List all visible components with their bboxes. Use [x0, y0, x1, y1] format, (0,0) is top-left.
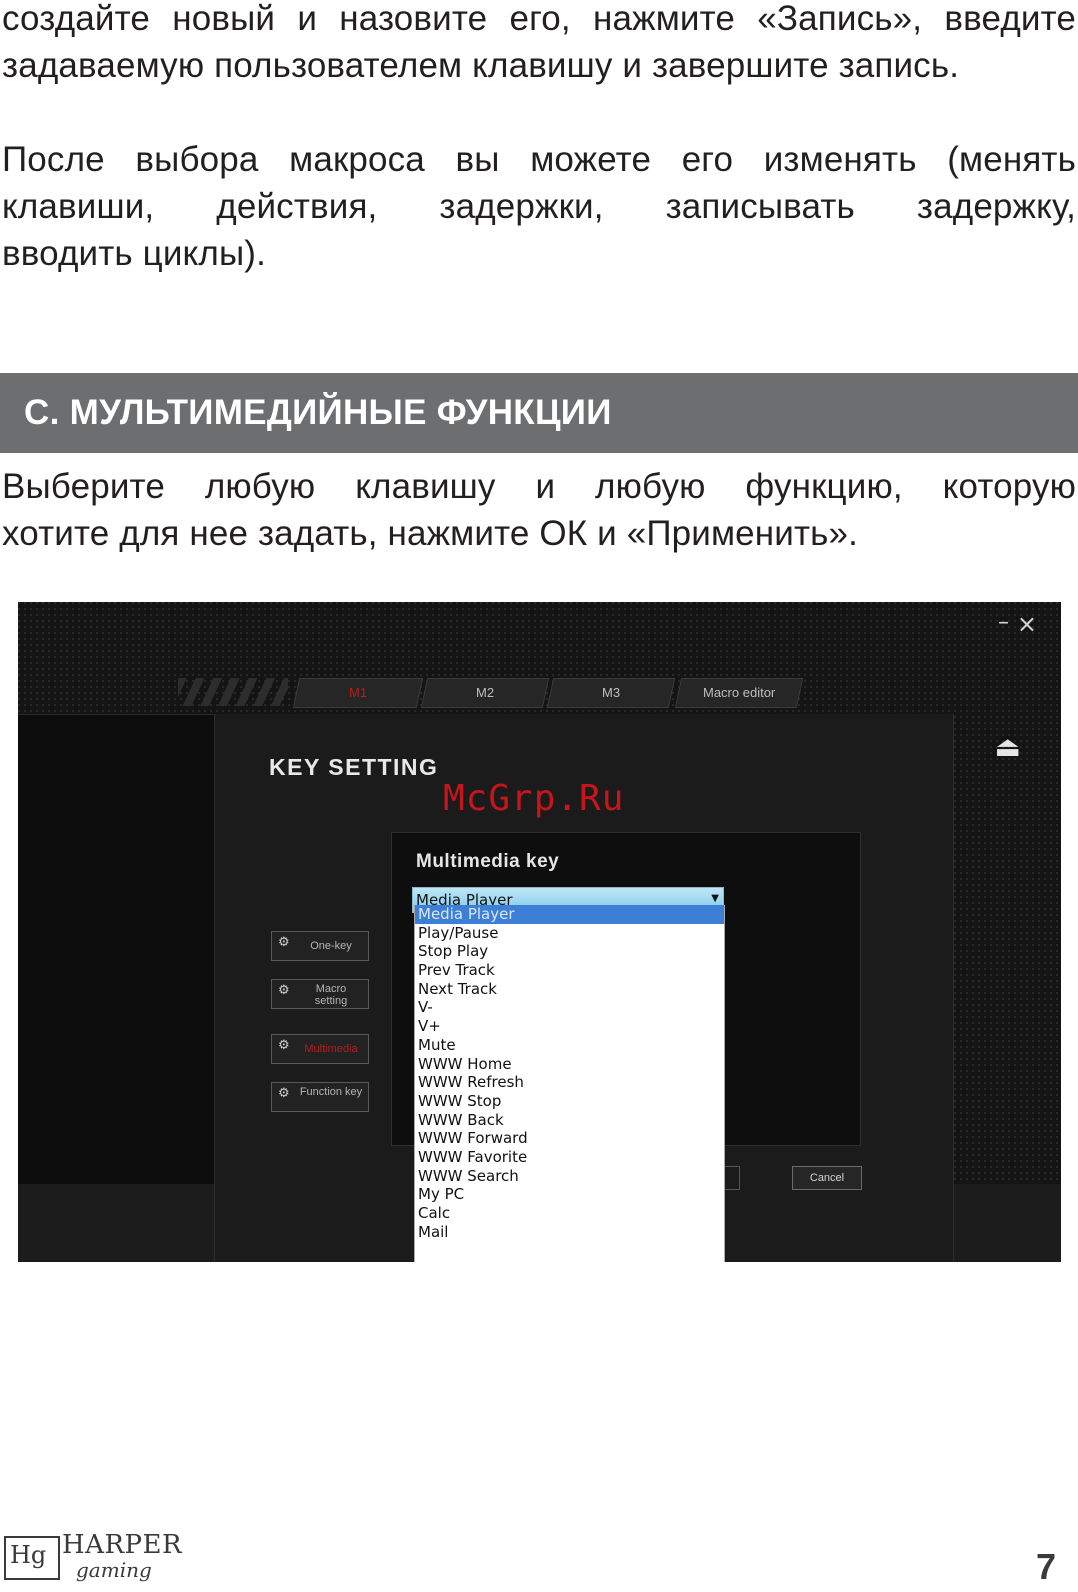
dropdown-option[interactable]: WWW Favorite — [415, 1148, 724, 1167]
dialog-title: KEY SETTING — [269, 754, 439, 780]
dropdown-option[interactable]: Calc — [415, 1204, 724, 1223]
page-number: 7 — [1035, 1546, 1056, 1587]
panel-title: Multimedia key — [416, 851, 560, 872]
tab-m1[interactable]: M1 — [292, 678, 424, 708]
section-header: С. МУЛЬТИМЕДИЙНЫЕ ФУНКЦИИ — [0, 373, 1078, 453]
dropdown-list: Media Player Play/Pause Stop Play Prev T… — [414, 905, 725, 1262]
logo-text: HARPER — [62, 1530, 183, 1560]
function-key-button[interactable]: ⚙ Function key — [271, 1082, 369, 1112]
dropdown-option[interactable]: WWW Stop — [415, 1092, 724, 1111]
dropdown-option[interactable]: Media Player — [415, 905, 724, 924]
paragraph-multimedia: Выберите любую клавишу и любую функцию, … — [2, 463, 1076, 557]
dropdown-option[interactable]: V+ — [415, 1017, 724, 1036]
dropdown-option[interactable]: WWW Back — [415, 1111, 724, 1130]
tab-m3[interactable]: M3 — [546, 678, 676, 708]
dropdown-option[interactable]: Mail — [415, 1223, 724, 1242]
gear-icon: ⚙ — [278, 1086, 290, 1101]
multimedia-button[interactable]: ⚙ Multimedia — [271, 1034, 369, 1064]
text-line: хотите для нее задать, нажмите ОК и «При… — [2, 514, 859, 553]
text-line: задаваемую пользователем клавишу и завер… — [2, 46, 960, 85]
paragraph-macro-edit: После выбора макроса вы можете его измен… — [2, 136, 1076, 277]
dropdown-option[interactable]: WWW Home — [415, 1055, 724, 1074]
close-button[interactable]: × — [1017, 610, 1037, 638]
macro-setting-button[interactable]: ⚙ Macro setting — [271, 979, 369, 1009]
tab-macro-editor[interactable]: Macro editor — [674, 678, 804, 708]
minimize-button[interactable]: – — [998, 610, 1009, 635]
dropdown-option[interactable]: Next Track — [415, 980, 724, 999]
software-screenshot: – × M1 M2 M3 Macro editor ⏏ KEY SETTING … — [18, 602, 1061, 1262]
dropdown-option[interactable]: Play/Pause — [415, 924, 724, 943]
section-title: С. МУЛЬТИМЕДИЙНЫЕ ФУНКЦИИ — [24, 393, 612, 432]
eject-icon[interactable]: ⏏ — [995, 730, 1021, 763]
text-line: клавиши, действия, задержки, записывать … — [2, 187, 1076, 226]
decorative-stripes — [178, 678, 288, 706]
dropdown-option[interactable]: Prev Track — [415, 961, 724, 980]
dropdown-option[interactable]: WWW Search — [415, 1167, 724, 1186]
dropdown-option[interactable]: My PC — [415, 1185, 724, 1204]
ok-button[interactable] — [723, 1166, 740, 1190]
gear-icon: ⚙ — [278, 935, 290, 950]
dropdown-option[interactable]: V- — [415, 998, 724, 1017]
text-line: вводить циклы). — [2, 234, 266, 273]
watermark: McGrp.Ru — [443, 778, 625, 819]
dropdown-option[interactable]: WWW Refresh — [415, 1073, 724, 1092]
text-line: Выберите любую клавишу и любую функцию, … — [2, 467, 1076, 506]
text-line: создайте новый и назовите его, нажмите «… — [2, 0, 1076, 38]
cancel-button[interactable]: Cancel — [792, 1166, 862, 1190]
dropdown-option[interactable]: Mute — [415, 1036, 724, 1055]
gear-icon: ⚙ — [278, 1038, 290, 1053]
paragraph-macro-create: создайте новый и назовите его, нажмите «… — [2, 0, 1076, 89]
dropdown-option[interactable]: WWW Forward — [415, 1129, 724, 1148]
gear-icon: ⚙ — [278, 983, 290, 998]
harper-gaming-logo: Hg HARPER gaming — [2, 1530, 182, 1586]
tab-m2[interactable]: M2 — [420, 678, 550, 708]
logo-mark: Hg — [10, 1541, 47, 1569]
text-line: После выбора макроса вы можете его измен… — [2, 140, 1076, 179]
keyboard-area — [18, 714, 214, 1185]
logo-subtext: gaming — [76, 1558, 152, 1582]
dropdown-option[interactable]: Stop Play — [415, 942, 724, 961]
one-key-button[interactable]: ⚙ One-key — [271, 931, 369, 961]
